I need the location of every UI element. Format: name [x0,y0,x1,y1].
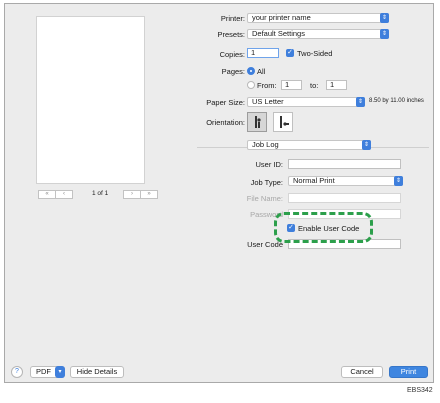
cancel-button[interactable]: Cancel [341,366,383,378]
paper-size-select[interactable]: US Letter ⇕ [247,97,365,107]
popup-arrows-icon: ⇕ [356,97,365,107]
printer-select-value: your printer name [252,13,311,22]
print-preview-page [36,16,145,184]
previous-page-button[interactable]: ‹ [55,190,73,199]
pages-to-label: to: [310,81,319,90]
popup-arrows-icon: ⇕ [362,140,371,150]
presets-label: Presets: [217,30,245,39]
paper-size-label: Paper Size: [206,98,245,107]
printer-select[interactable]: your printer name ⇕ [247,13,389,23]
job-type-label: Job Type: [250,178,283,187]
user-id-label: User ID: [255,160,283,169]
hide-details-button[interactable]: Hide Details [70,366,124,378]
pages-all-radio[interactable] [247,67,255,75]
presets-select[interactable]: Default Settings ⇕ [247,29,389,39]
paper-size-dimensions: 8.50 by 11.00 inches [369,98,424,104]
pages-from-label: From: [257,81,277,90]
job-log-section-select[interactable]: Job Log ⇕ [247,140,371,150]
copies-field[interactable]: 1 [247,48,279,58]
last-page-button[interactable]: » [140,190,158,199]
pages-to-field[interactable]: 1 [326,80,347,90]
copies-label: Copies: [219,50,245,59]
pdf-dropdown-icon: ▾ [55,366,65,378]
portrait-icon [255,116,261,128]
print-button[interactable]: Print [389,366,428,378]
pages-label: Pages: [221,67,245,76]
figure-code: EBS342 [407,387,433,394]
orientation-label: Orientation: [206,118,245,127]
pages-all-label: All [257,67,266,76]
enable-user-code-label: Enable User Code [298,224,360,233]
pdf-label: PDF [36,367,51,376]
two-sided-checkbox[interactable]: ✓ [286,49,294,57]
preview-pager: « ‹ 1 of 1 › » [38,190,158,200]
portrait-orientation-button[interactable] [247,112,267,132]
page-indicator: 1 of 1 [92,190,109,197]
popup-arrows-icon: ⇕ [394,176,403,186]
first-page-button[interactable]: « [38,190,56,199]
pages-from-field[interactable]: 1 [281,80,302,90]
file-name-label: File Name: [246,194,283,203]
presets-select-value: Default Settings [252,29,305,38]
popup-arrows-icon: ⇕ [380,29,389,39]
job-type-select-value: Normal Print [293,176,335,185]
printer-label: Printer: [220,14,245,23]
user-id-field[interactable] [288,159,401,169]
file-name-field[interactable] [288,193,401,203]
popup-arrows-icon: ⇕ [380,13,389,23]
enable-user-code-checkbox[interactable]: ✓ [287,224,295,232]
help-button[interactable]: ? [11,366,23,378]
pdf-menu-button[interactable]: PDF ▾ [30,366,65,378]
pages-from-radio[interactable] [247,81,255,89]
job-type-select[interactable]: Normal Print ⇕ [288,176,403,186]
landscape-orientation-button[interactable] [273,112,293,132]
print-dialog: « ‹ 1 of 1 › » Printer: your printer nam… [4,3,434,383]
landscape-icon [280,116,289,128]
paper-size-select-value: US Letter [252,97,284,106]
job-log-section-value: Job Log [252,140,279,149]
two-sided-label: Two-Sided [297,49,333,58]
next-page-button[interactable]: › [123,190,141,199]
